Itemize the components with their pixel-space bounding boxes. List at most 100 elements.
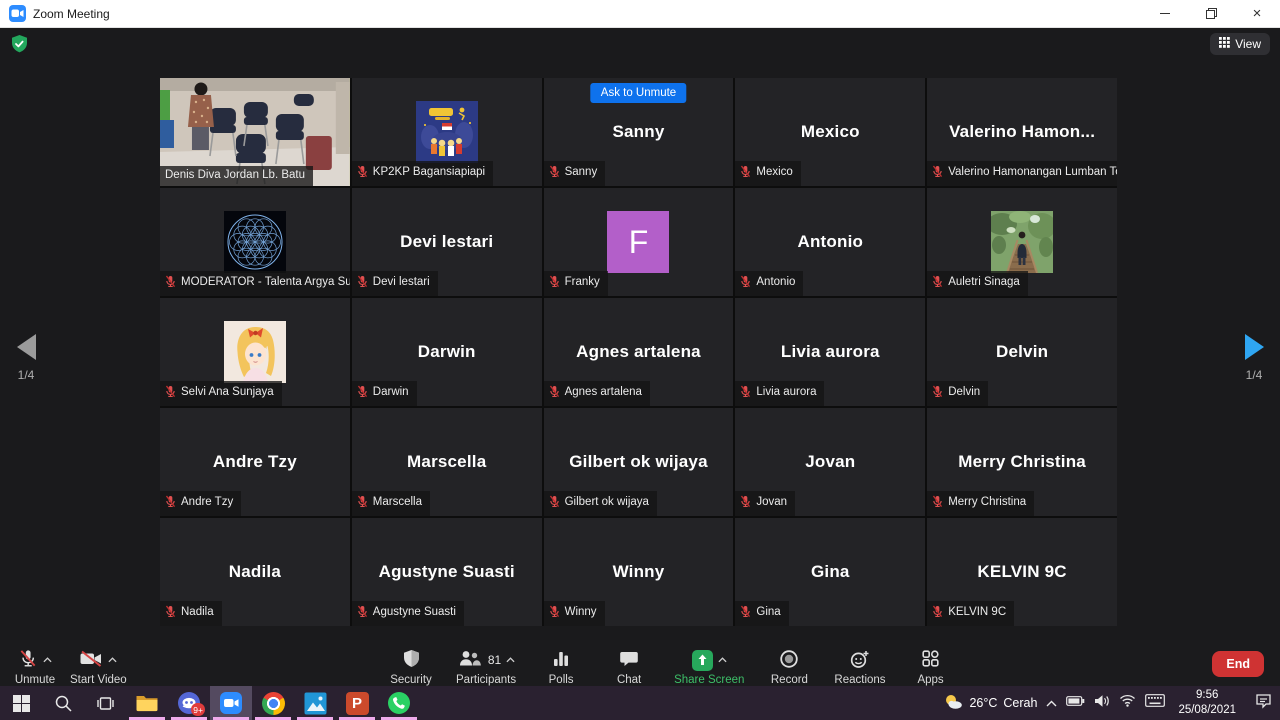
muted-mic-icon [357,605,368,622]
start-video-button[interactable]: Start Video [68,640,129,691]
next-page-arrow[interactable] [1245,334,1264,360]
participant-tile[interactable]: Mexico Mexico [735,78,925,186]
prev-page-arrow[interactable] [17,334,36,360]
participant-name-chip: Devi lestari [352,271,438,297]
participant-name-chip: Franky [544,271,608,297]
hidden-icons-caret[interactable] [1046,694,1057,712]
participant-tile[interactable]: Jovan Jovan [735,408,925,516]
zoom-toolbar: Unmute Start Video [0,640,1280,686]
maximize-button[interactable] [1188,0,1234,27]
apps-button[interactable]: Apps [906,640,956,691]
share-screen-caret[interactable] [718,654,727,666]
participant-name-label: Livia aurora [756,387,816,399]
minimize-button[interactable] [1142,0,1188,27]
ask-to-unmute-button[interactable]: Ask to Unmute [591,83,686,103]
zoom-taskbar-icon[interactable] [210,686,252,720]
muted-mic-icon [932,275,943,292]
participant-tile[interactable]: Denis Diva Jordan Lb. Batu [160,78,350,186]
view-button[interactable]: View [1210,33,1270,55]
participant-tile[interactable]: Valerino Hamon... Valerino Hamonangan Lu… [927,78,1117,186]
record-button[interactable]: Record [764,640,814,691]
participant-name-label: Devi lestari [373,277,430,289]
participant-tile[interactable]: Delvin Delvin [927,298,1117,406]
close-button[interactable]: × [1234,0,1280,27]
weather-icon [943,693,963,714]
participant-name-label: Marscella [373,497,422,509]
start-button[interactable] [0,686,42,720]
polls-button[interactable]: Polls [536,640,586,691]
battery-icon[interactable] [1066,694,1085,712]
participant-name-label: Mexico [756,167,792,179]
share-screen-label: Share Screen [674,674,744,686]
participant-tile[interactable]: Nadila Nadila [160,518,350,626]
participant-tile[interactable]: Winny Winny [544,518,734,626]
participant-tile[interactable]: Devi lestari Devi lestari [352,188,542,296]
search-button[interactable] [42,686,84,720]
muted-mic-icon [740,165,751,182]
participant-name-chip: Delvin [927,381,988,407]
muted-mic-icon [740,275,751,292]
participant-name-label: Auletri Sinaga [948,277,1020,289]
weather-widget[interactable]: 26°C Cerah [943,693,1037,714]
participant-tile[interactable]: Ask to Unmute [544,78,734,186]
participant-tile[interactable]: Auletri Sinaga [927,188,1117,296]
participant-tile[interactable]: Merry Christina Merry Christina [927,408,1117,516]
participant-tile[interactable]: Antonio Antonio [735,188,925,296]
muted-mic-icon [740,605,751,622]
end-meeting-button[interactable]: End [1212,651,1264,677]
unmute-button[interactable]: Unmute [10,640,60,691]
participant-tile[interactable]: Selvi Ana Sunjaya [160,298,350,406]
unmute-label: Unmute [15,674,55,686]
polls-label: Polls [549,674,574,686]
action-center-icon[interactable] [1255,693,1272,714]
chrome-icon[interactable] [252,686,294,720]
participant-tile[interactable]: Gina Gina [735,518,925,626]
share-screen-icon [692,650,713,671]
touch-keyboard-icon[interactable] [1145,694,1165,712]
wifi-icon[interactable] [1119,694,1136,712]
mic-options-caret[interactable] [43,654,52,666]
clock-widget[interactable]: 9:56 25/08/2021 [1178,688,1236,718]
participant-tile[interactable]: KELVIN 9C KELVIN 9C [927,518,1117,626]
participant-name-chip: Merry Christina [927,491,1034,517]
security-button[interactable]: Security [386,640,436,691]
volume-icon[interactable] [1094,694,1110,713]
participant-tile[interactable]: Marscella Marscella [352,408,542,516]
reactions-smiley-icon [849,649,870,672]
discord-app-icon[interactable]: 9+ [168,686,210,720]
video-options-caret[interactable] [108,654,117,666]
muted-mic-icon [549,495,560,512]
reactions-button[interactable]: Reactions [832,640,887,691]
share-screen-button[interactable]: Share Screen [672,640,746,691]
muted-mic-icon [165,605,176,622]
chat-button[interactable]: Chat [604,640,654,691]
task-view-button[interactable] [84,686,126,720]
participant-tile[interactable]: Darwin Darwin [352,298,542,406]
participants-caret[interactable] [506,654,515,666]
participant-name-chip: Jovan [735,491,795,517]
muted-mic-icon [357,385,368,402]
file-explorer-icon[interactable] [126,686,168,720]
participant-name-chip: Andre Tzy [160,491,241,517]
participant-tile[interactable]: Agnes artalena Agnes artalena [544,298,734,406]
participant-tile[interactable]: KP2KP Bagansiapiapi [352,78,542,186]
participant-name-chip: Antonio [735,271,803,297]
powerpoint-icon[interactable]: P [336,686,378,720]
security-shield-toolbar-icon [402,649,421,672]
participant-tile[interactable]: Livia aurora Livia aurora [735,298,925,406]
participant-name-chip: Gina [735,601,788,627]
participant-tile[interactable]: MODERATOR - Talenta Argya Sure... [160,188,350,296]
participant-tile[interactable]: Andre Tzy Andre Tzy [160,408,350,516]
window-titlebar: Zoom Meeting × [0,0,1280,28]
weather-description: Cerah [1003,696,1037,710]
muted-mic-icon [357,275,368,292]
participant-tile[interactable]: F Franky [544,188,734,296]
whatsapp-icon[interactable] [378,686,420,720]
participant-name-label: Winny [565,607,597,619]
participants-button[interactable]: 81 Participants [454,640,518,691]
participant-tile[interactable]: Agustyne Suasti Agustyne Suasti [352,518,542,626]
photos-app-icon[interactable] [294,686,336,720]
security-shield-icon[interactable] [10,34,30,54]
reactions-label: Reactions [834,674,885,686]
participant-tile[interactable]: Gilbert ok wijaya Gilbert ok wijaya [544,408,734,516]
